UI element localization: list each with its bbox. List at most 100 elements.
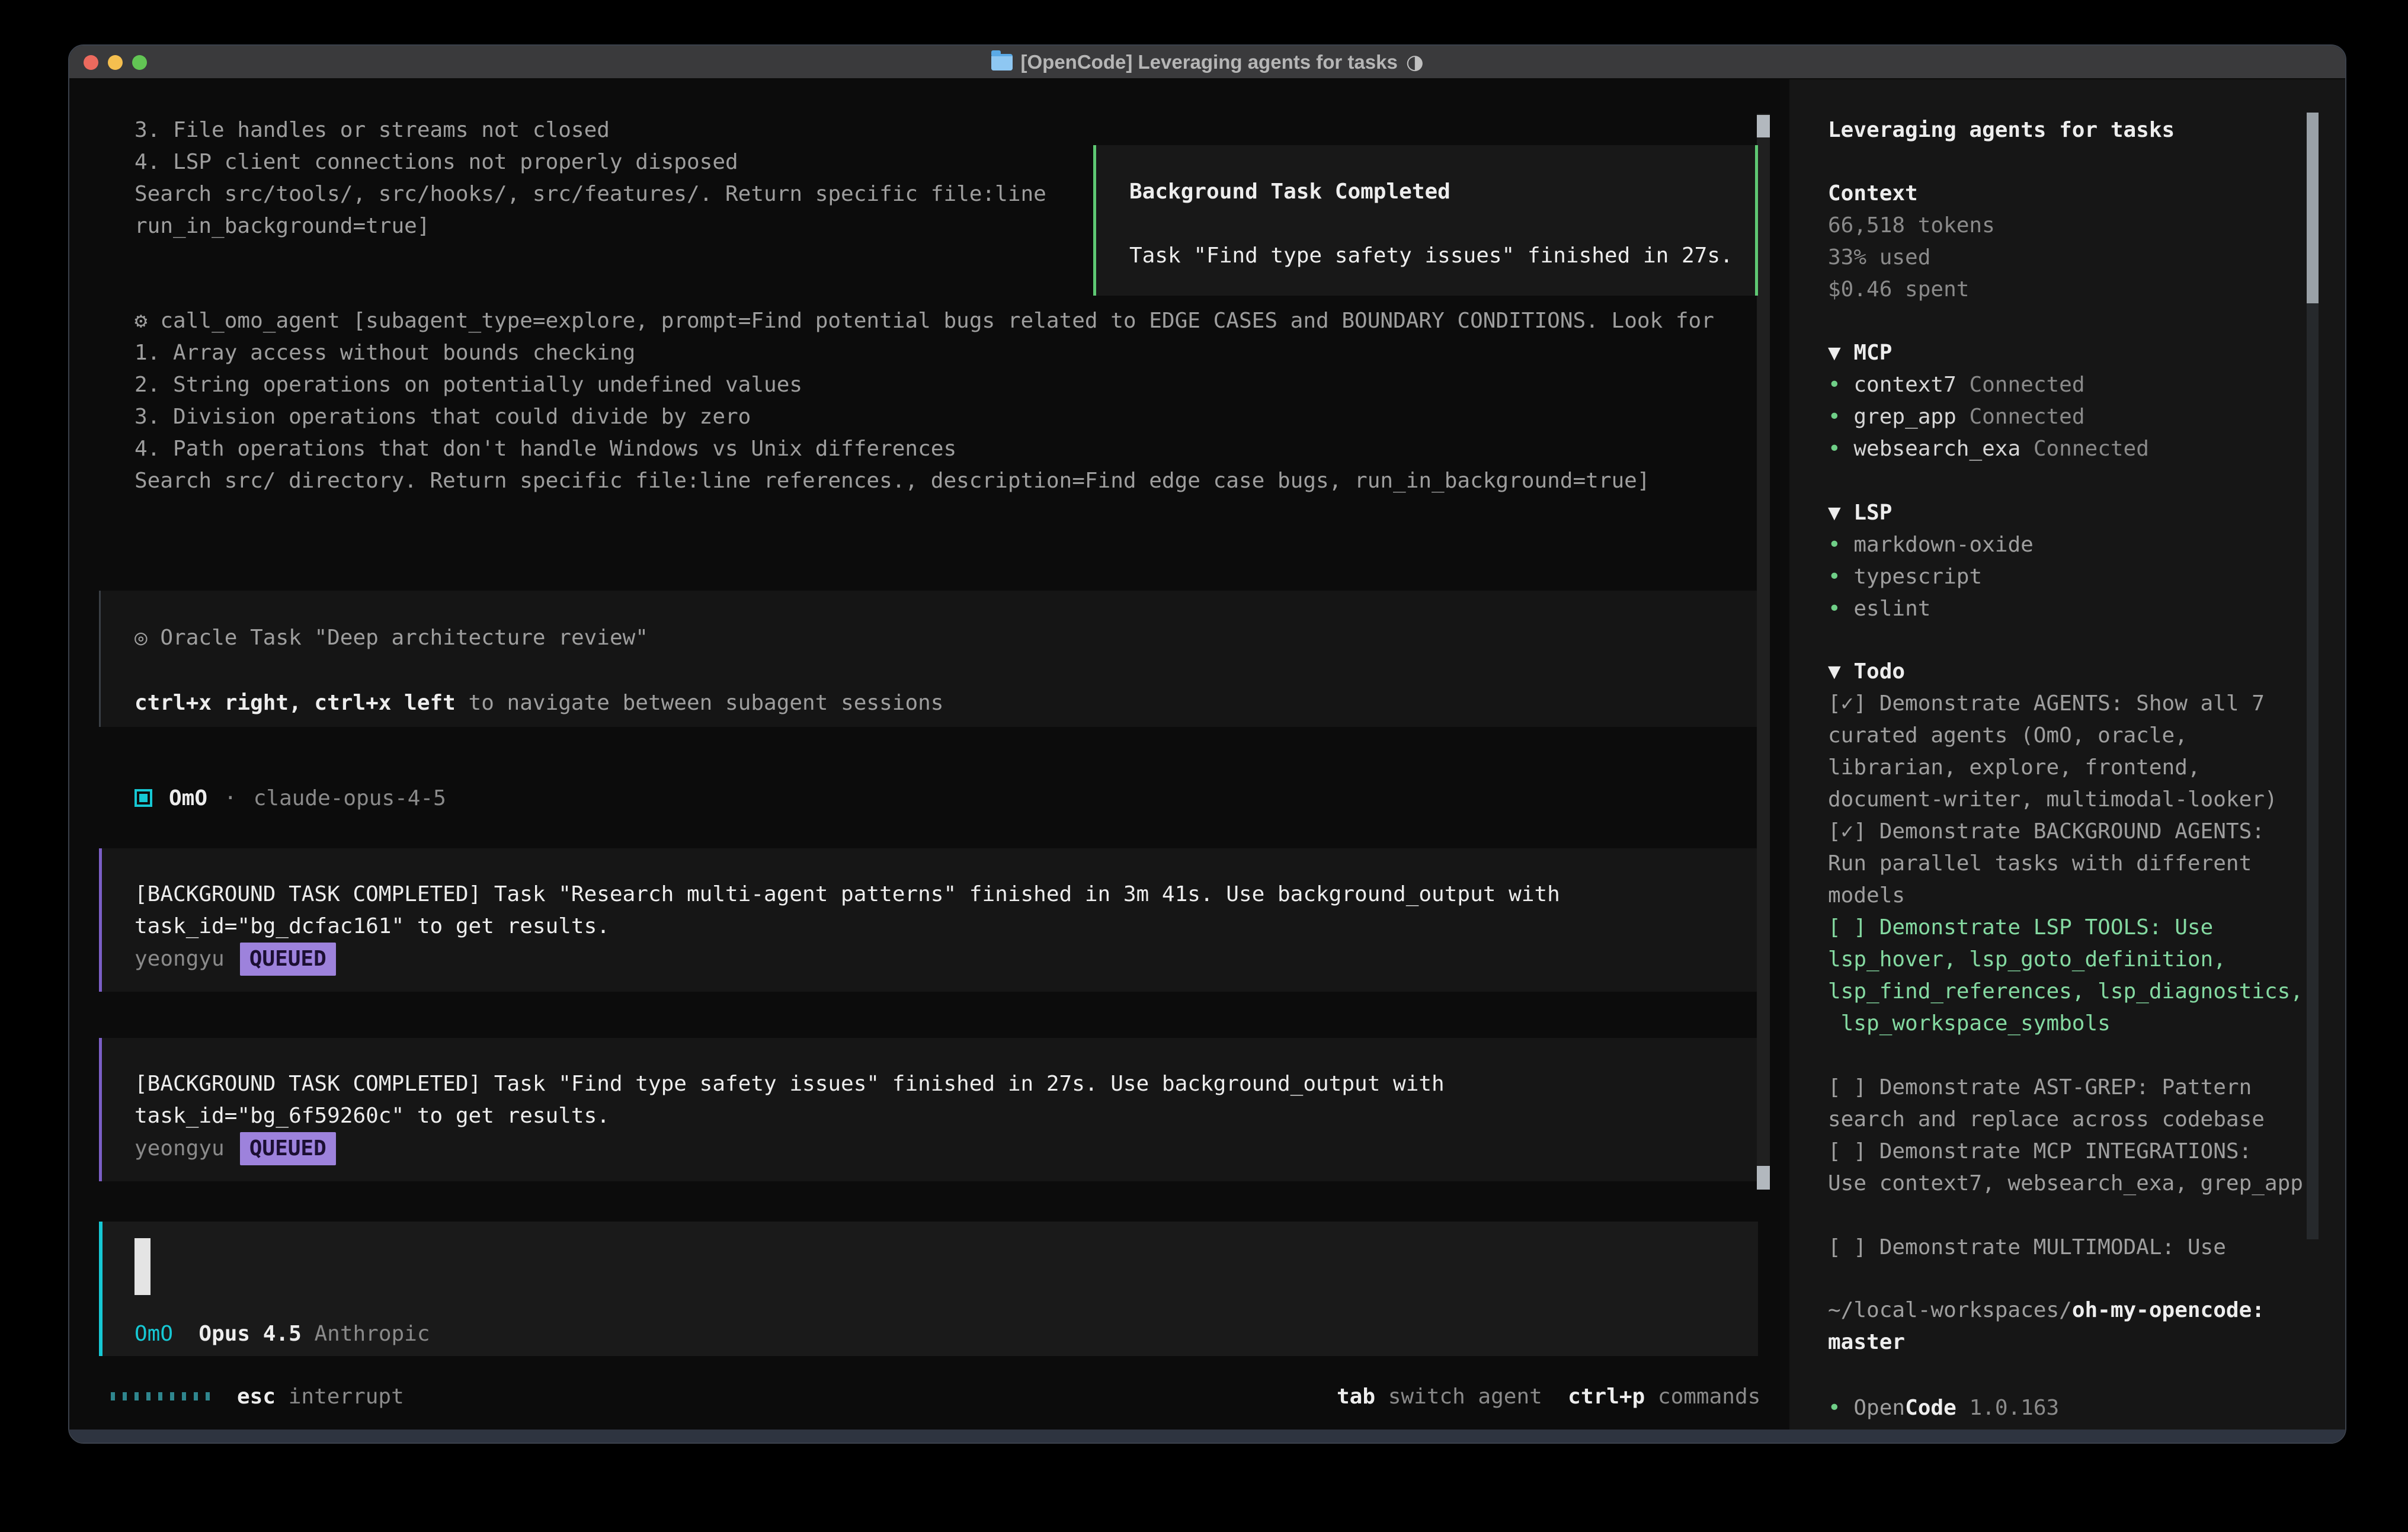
- agent-name: OmO: [169, 786, 207, 810]
- chevron-down-icon: ▼: [1828, 501, 1841, 525]
- todo-item-done: [✓] Demonstrate AGENTS: Show all 7 curat…: [1828, 688, 2278, 816]
- bullet-icon: •: [1828, 405, 1841, 429]
- lsp-heading: LSP: [1853, 501, 1892, 525]
- opencode-name-bold: Code: [1905, 1396, 1956, 1420]
- chevron-down-icon: ▼: [1828, 659, 1841, 684]
- input-model-label: Opus 4.5: [198, 1322, 301, 1346]
- oracle-hint-line: ctrl+x right, ctrl+x left to navigate be…: [135, 687, 943, 719]
- chat-scrollbar-track[interactable]: [1757, 114, 1770, 1190]
- message-line1: [BACKGROUND TASK COMPLETED] Task "Resear…: [135, 879, 1560, 911]
- message-line1: [BACKGROUND TASK COMPLETED] Task "Find t…: [135, 1068, 1445, 1100]
- message-line2: task_id="bg_6f59260c" to get results.: [135, 1100, 610, 1132]
- scrollback-line: run_in_background=true]: [135, 210, 1046, 242]
- bullet-icon: •: [1828, 437, 1841, 461]
- todo-line: lsp_workspace_symbols: [1828, 1008, 2303, 1040]
- sidebar-scrollbar-thumb[interactable]: [2307, 113, 2319, 303]
- scrollback-line: 3. File handles or streams not closed: [135, 114, 1046, 146]
- todo-line: Run parallel tasks with different: [1828, 848, 2265, 880]
- tool-call-line: Search src/ directory. Return specific f…: [135, 465, 1650, 497]
- cmd-key-hint: ctrl+p: [1568, 1384, 1645, 1409]
- toast-body: Task "Find type safety issues" finished …: [1129, 240, 1733, 272]
- mcp-item-name: context7: [1853, 373, 1956, 397]
- mcp-item-status: Connected: [2034, 437, 2149, 461]
- message-meta: yeongyu QUEUED: [135, 1132, 336, 1165]
- mcp-item: • grep_app Connected: [1828, 401, 2085, 433]
- scrollback-line: Search src/tools/, src/hooks/, src/featu…: [135, 178, 1046, 210]
- message-author: yeongyu: [135, 943, 225, 975]
- todo-line: [ ] Demonstrate MULTIMODAL: Use: [1828, 1232, 2226, 1264]
- oracle-hint-keys: ctrl+x right, ctrl+x left: [135, 691, 456, 715]
- mcp-item: • websearch_exa Connected: [1828, 433, 2149, 465]
- bullet-icon: •: [1828, 597, 1841, 621]
- chevron-down-icon: ▼: [1828, 341, 1841, 365]
- mcp-item-status: Connected: [1969, 405, 2084, 429]
- lsp-item-name: eslint: [1853, 597, 1930, 621]
- agent-model: claude-opus-4-5: [254, 786, 446, 810]
- workspace-branch: master: [1828, 1326, 1905, 1358]
- input-model-row[interactable]: OmO Opus 4.5 Anthropic: [135, 1318, 430, 1350]
- statusbar-right: tab switch agent ctrl+p commands: [1337, 1380, 1760, 1412]
- workspace-path: ~/local-workspaces/oh-my-opencode:: [1828, 1294, 2265, 1326]
- workspace-path-prefix: ~/local-workspaces/: [1828, 1298, 2072, 1322]
- todo-line: curated agents (OmO, oracle,: [1828, 720, 2278, 752]
- tab-label: switch agent: [1388, 1384, 1542, 1409]
- todo-item-done: [✓] Demonstrate BACKGROUND AGENTS: Run p…: [1828, 816, 2265, 912]
- esc-key-hint: esc: [237, 1384, 276, 1409]
- todo-line: search and replace across codebase: [1828, 1104, 2265, 1136]
- text-cursor: [135, 1238, 150, 1295]
- message-block: [BACKGROUND TASK COMPLETED] Task "Resear…: [99, 848, 1758, 992]
- todo-item-pending: [ ] Demonstrate MULTIMODAL: Use: [1828, 1232, 2226, 1264]
- opencode-window: [OpenCode] Leveraging agents for tasks ◑…: [68, 44, 2346, 1444]
- tool-call-body: 1. Array access without bounds checking …: [135, 337, 1650, 497]
- context-spent: $0.46 spent: [1828, 274, 1969, 306]
- esc-label: interrupt: [289, 1384, 404, 1409]
- titlebar: [OpenCode] Leveraging agents for tasks ◑: [69, 46, 2345, 79]
- todo-line: lsp_hover, lsp_goto_definition,: [1828, 944, 2303, 976]
- close-button[interactable]: [84, 55, 98, 70]
- mcp-heading: MCP: [1853, 341, 1892, 365]
- mcp-section-header[interactable]: ▼ MCP: [1828, 337, 1892, 369]
- mcp-item: • context7 Connected: [1828, 369, 2085, 401]
- lsp-item: • markdown-oxide: [1828, 529, 2034, 561]
- cmd-label: commands: [1658, 1384, 1760, 1409]
- tool-call-line: 1. Array access without bounds checking: [135, 337, 1650, 369]
- oracle-hint-rest: to navigate between subagent sessions: [456, 691, 944, 715]
- oracle-task-box: ◎ Oracle Task "Deep architecture review"…: [99, 591, 1758, 727]
- statusbar-left: esc interrupt: [111, 1380, 404, 1412]
- minimize-button[interactable]: [108, 55, 123, 70]
- oracle-icon: ◎: [135, 626, 148, 650]
- agent-separator: ·: [224, 786, 237, 810]
- chat-scrollbar-thumb-top[interactable]: [1757, 115, 1770, 137]
- context-tokens: 66,518 tokens: [1828, 210, 1995, 242]
- window-title-row: [OpenCode] Leveraging agents for tasks ◑: [69, 50, 2345, 74]
- lsp-section-header[interactable]: ▼ LSP: [1828, 497, 1892, 529]
- window-bottom-frame: [69, 1430, 2345, 1443]
- spinner-dots-icon: [111, 1392, 210, 1400]
- todo-item-pending: [ ] Demonstrate MCP INTEGRATIONS: Use co…: [1828, 1136, 2303, 1200]
- tool-call-line: 4. Path operations that don't handle Win…: [135, 433, 1650, 465]
- bullet-icon: •: [1828, 533, 1841, 557]
- lsp-item-name: markdown-oxide: [1853, 533, 2033, 557]
- todo-line: Use context7, websearch_exa, grep_app: [1828, 1168, 2303, 1200]
- zoom-button[interactable]: [132, 55, 147, 70]
- mcp-item-name: grep_app: [1853, 405, 1956, 429]
- background-task-toast: Background Task Completed Task "Find typ…: [1093, 145, 1758, 296]
- message-meta: yeongyu QUEUED: [135, 943, 336, 976]
- chat-scrollbar-thumb[interactable]: [1757, 1166, 1770, 1190]
- oracle-title: Oracle Task "Deep architecture review": [160, 626, 648, 650]
- mcp-item-name: websearch_exa: [1853, 437, 2020, 461]
- busy-icon: ◑: [1406, 50, 1424, 74]
- todo-heading: Todo: [1853, 659, 1905, 684]
- tool-call-line: 2. String operations on potentially unde…: [135, 369, 1650, 401]
- todo-section-header[interactable]: ▼ Todo: [1828, 656, 1905, 688]
- session-title: Leveraging agents for tasks: [1828, 114, 2175, 146]
- prompt-input[interactable]: OmO Opus 4.5 Anthropic: [99, 1222, 1758, 1356]
- context-used: 33% used: [1828, 242, 1930, 274]
- todo-item-pending: [ ] Demonstrate AST-GREP: Pattern search…: [1828, 1072, 2265, 1136]
- todo-line: models: [1828, 880, 2265, 912]
- todo-line: [ ] Demonstrate LSP TOOLS: Use: [1828, 912, 2303, 944]
- window-title: [OpenCode] Leveraging agents for tasks: [1021, 51, 1398, 73]
- version-footer: • OpenCode 1.0.163: [1828, 1392, 2059, 1424]
- scrollback-line: 4. LSP client connections not properly d…: [135, 146, 1046, 178]
- folder-icon: [991, 54, 1013, 70]
